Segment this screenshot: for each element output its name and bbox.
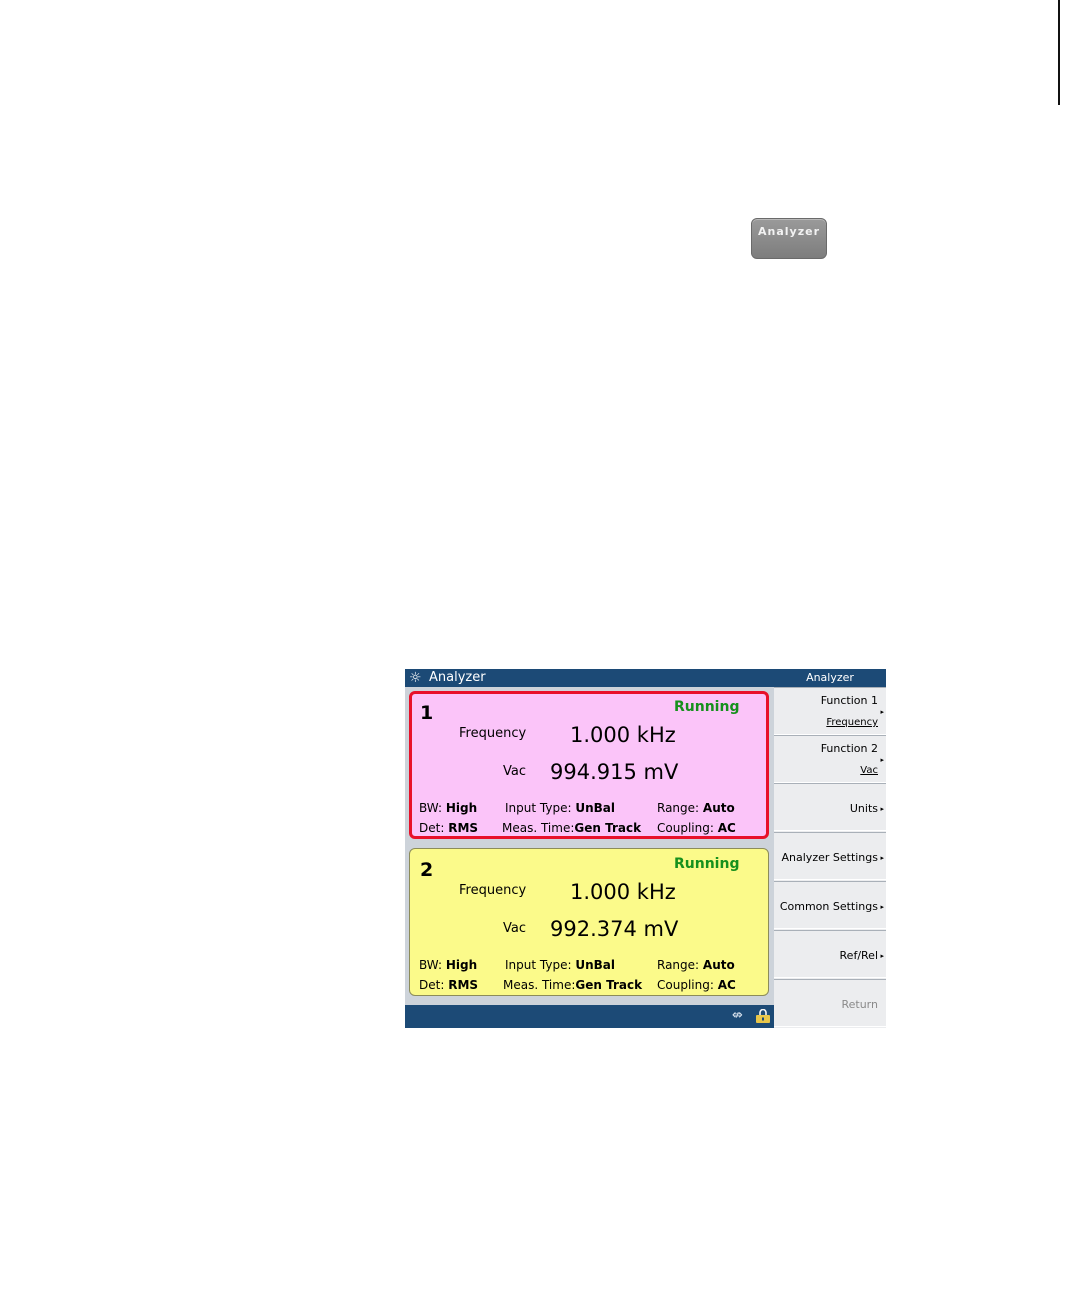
function-2-label: Vac xyxy=(503,921,526,936)
submenu-arrow-icon: ▸ xyxy=(880,756,884,764)
range-setting: Range: Auto xyxy=(657,958,735,972)
softkey-label: Common Settings xyxy=(779,900,878,913)
channel-2-panel[interactable]: 2 Running Frequency 1.000 kHz Vac 992.37… xyxy=(409,848,769,996)
softkey-menu: Analyzer Function 1 ▸ Frequency Function… xyxy=(774,669,886,1028)
function-1-value: 1.000 kHz xyxy=(570,880,676,904)
lock-icon xyxy=(756,1009,770,1023)
bw-setting: BW: High xyxy=(419,958,478,972)
softkey-analyzer-settings[interactable]: Analyzer Settings ▸ xyxy=(774,832,886,880)
run-status: Running xyxy=(674,856,740,872)
function-1-value: 1.000 kHz xyxy=(570,723,676,747)
page-edge-rule xyxy=(1058,0,1060,105)
analyzer-key[interactable]: Analyzer xyxy=(751,218,827,259)
softkey-label: Function 1 xyxy=(820,694,878,707)
channel-number: 2 xyxy=(420,859,434,881)
softkey-label: Return xyxy=(841,998,878,1011)
softkey-function-1[interactable]: Function 1 ▸ Frequency xyxy=(774,687,886,735)
softkey-current-value: Frequency xyxy=(826,717,878,728)
submenu-arrow-icon: ▸ xyxy=(880,952,884,960)
usb-icon: ⇎ xyxy=(732,1008,743,1023)
title-bar: ☼ Analyzer xyxy=(405,669,774,687)
function-2-value: 994.915 mV xyxy=(550,760,679,784)
softkey-return[interactable]: Return xyxy=(774,979,886,1027)
meas-time-setting: Meas. Time:Gen Track xyxy=(502,821,642,835)
softkey-current-value: Vac xyxy=(860,765,878,776)
softkey-label: Units xyxy=(849,802,878,815)
screen-title: Analyzer xyxy=(429,670,486,685)
softkey-label: Function 2 xyxy=(820,742,878,755)
submenu-arrow-icon: ▸ xyxy=(880,854,884,862)
range-setting: Range: Auto xyxy=(657,801,735,815)
status-bar: ⇎ xyxy=(405,1005,774,1028)
function-1-label: Frequency xyxy=(459,883,527,898)
menu-title: Analyzer xyxy=(774,669,886,687)
softkey-function-2[interactable]: Function 2 ▸ Vac xyxy=(774,735,886,783)
softkey-common-settings[interactable]: Common Settings ▸ xyxy=(774,881,886,929)
softkey-ref-rel[interactable]: Ref/Rel ▸ xyxy=(774,930,886,978)
function-1-label: Frequency xyxy=(459,726,527,741)
det-setting: Det: RMS xyxy=(419,821,479,835)
submenu-arrow-icon: ▸ xyxy=(880,708,884,716)
meas-time-setting: Meas. Time:Gen Track xyxy=(503,978,643,992)
bw-setting: BW: High xyxy=(419,801,478,815)
softkey-units[interactable]: Units ▸ xyxy=(774,783,886,831)
input-type-setting: Input Type: UnBal xyxy=(505,801,615,815)
coupling-setting: Coupling: AC xyxy=(657,821,736,835)
coupling-setting: Coupling: AC xyxy=(657,978,736,992)
submenu-arrow-icon: ▸ xyxy=(880,805,884,813)
function-2-value: 992.374 mV xyxy=(550,917,679,941)
softkey-label: Analyzer Settings xyxy=(781,851,878,864)
agilent-logo-icon: ☼ xyxy=(409,670,422,686)
instrument-screen: ☼ Analyzer 1 Running Frequency 1.000 kHz… xyxy=(405,669,886,1028)
input-type-setting: Input Type: UnBal xyxy=(505,958,615,972)
submenu-arrow-icon: ▸ xyxy=(880,903,884,911)
run-status: Running xyxy=(674,699,740,715)
softkey-label: Ref/Rel xyxy=(839,949,878,962)
det-setting: Det: RMS xyxy=(419,978,479,992)
channel-number: 1 xyxy=(420,702,434,724)
channel-1-panel[interactable]: 1 Running Frequency 1.000 kHz Vac 994.91… xyxy=(409,691,769,839)
function-2-label: Vac xyxy=(503,764,526,779)
